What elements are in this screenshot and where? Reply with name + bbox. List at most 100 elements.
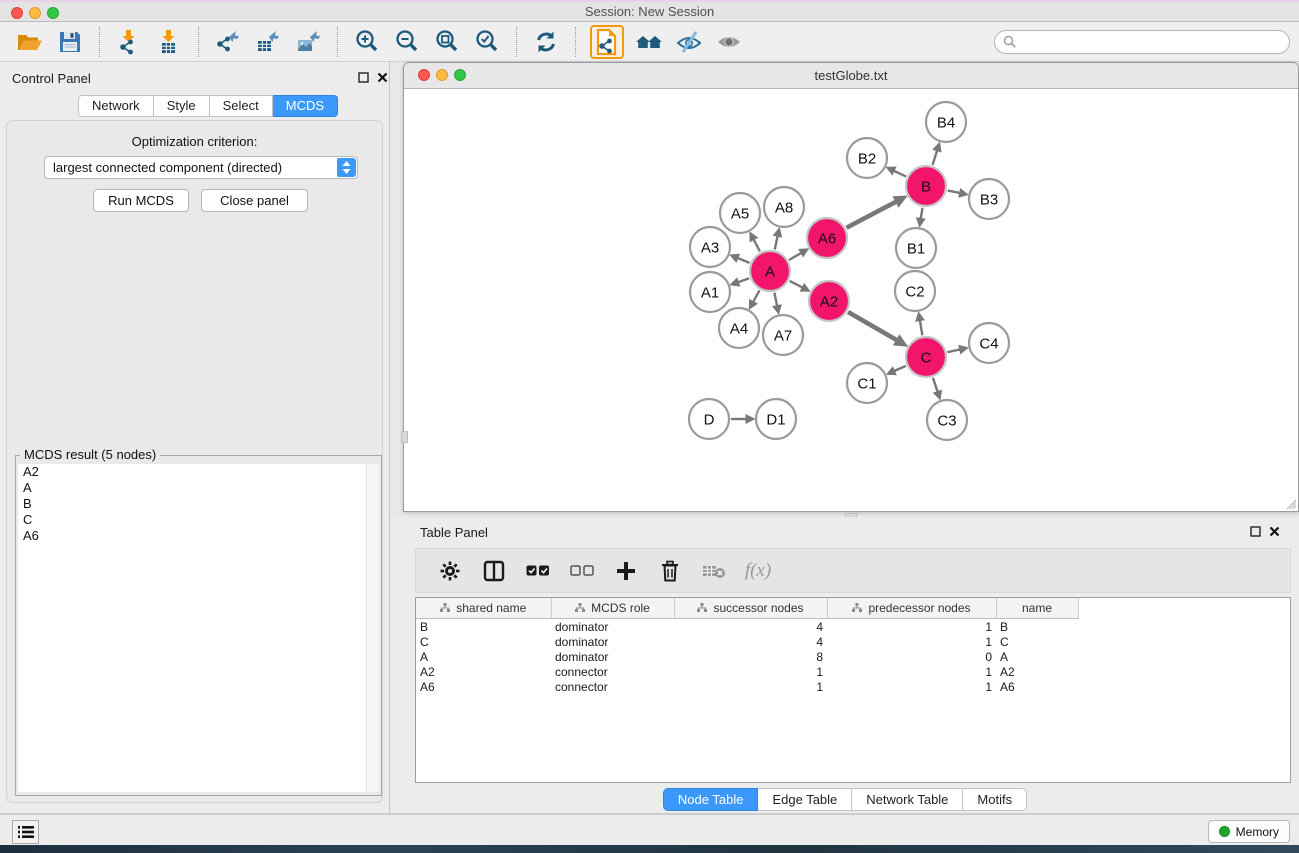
cell-predecessor-nodes[interactable]: 1	[827, 679, 996, 694]
table-row[interactable]: A6connector11A6	[416, 679, 1290, 694]
cell-successor-nodes[interactable]: 4	[674, 619, 827, 635]
cell-name[interactable]: A2	[996, 664, 1078, 679]
node-A6[interactable]: A6	[807, 218, 847, 258]
node-C4[interactable]: C4	[969, 323, 1009, 363]
mcds-result-item[interactable]: B	[18, 496, 379, 512]
cell-shared-name[interactable]: A6	[416, 679, 551, 694]
edge-B-B4[interactable]	[933, 151, 937, 165]
export-network-icon[interactable]	[213, 27, 243, 57]
cell-name[interactable]: A	[996, 649, 1078, 664]
mcds-result-item[interactable]: A2	[18, 464, 379, 480]
edge-A6-B[interactable]	[846, 202, 895, 228]
cell-shared-name[interactable]: B	[416, 619, 551, 635]
edge-C-C2[interactable]	[920, 321, 922, 336]
table-close-panel-icon[interactable]	[1268, 525, 1281, 538]
cell-predecessor-nodes[interactable]: 1	[827, 664, 996, 679]
zoom-fit-icon[interactable]	[432, 27, 462, 57]
resize-grip-icon[interactable]	[1284, 497, 1297, 510]
result-scrollbar[interactable]	[366, 464, 379, 792]
edge-A-A8[interactable]	[775, 236, 778, 249]
network-window-titlebar[interactable]: testGlobe.txt	[404, 63, 1298, 89]
node-C[interactable]: C	[906, 337, 946, 377]
cell-predecessor-nodes[interactable]: 0	[827, 649, 996, 664]
cell-mcds-role[interactable]: dominator	[551, 619, 674, 635]
tab-motifs[interactable]: Motifs	[963, 788, 1027, 811]
import-table-icon[interactable]	[154, 27, 184, 57]
edge-B-B3[interactable]	[948, 190, 960, 192]
node-A7[interactable]: A7	[763, 315, 803, 355]
delete-column-icon[interactable]	[657, 558, 683, 584]
network-graph-canvas[interactable]: B4B2BB3A5A8A6A3B1AA1C2A2A4A7C4CC1DD1C3	[404, 89, 1298, 511]
edge-C-C3[interactable]	[933, 378, 938, 392]
tab-network-table[interactable]: Network Table	[852, 788, 963, 811]
column-header-name[interactable]: name	[996, 598, 1078, 619]
table-row[interactable]: Adominator80A	[416, 649, 1290, 664]
tab-mcds[interactable]: MCDS	[273, 95, 338, 117]
node-A4[interactable]: A4	[719, 308, 759, 348]
tab-node-table[interactable]: Node Table	[663, 788, 759, 811]
cell-predecessor-nodes[interactable]: 1	[827, 619, 996, 635]
cell-mcds-role[interactable]: dominator	[551, 634, 674, 649]
cell-name[interactable]: B	[996, 619, 1078, 635]
node-A1[interactable]: A1	[690, 272, 730, 312]
float-panel-icon[interactable]	[357, 71, 370, 84]
cell-name[interactable]: C	[996, 634, 1078, 649]
close-panel-button[interactable]: Close panel	[201, 189, 308, 212]
search-field[interactable]	[994, 30, 1290, 54]
export-image-icon[interactable]	[293, 27, 323, 57]
run-mcds-button[interactable]: Run MCDS	[93, 189, 189, 212]
table-row[interactable]: Cdominator41C	[416, 634, 1290, 649]
save-session-icon[interactable]	[55, 27, 85, 57]
column-header-mcds-role[interactable]: MCDS role	[551, 598, 674, 619]
close-panel-icon[interactable]	[376, 71, 389, 84]
network-from-file-icon[interactable]	[590, 25, 624, 59]
settings-gear-icon[interactable]	[437, 558, 463, 584]
add-column-icon[interactable]	[613, 558, 639, 584]
edge-A2-C[interactable]	[848, 312, 897, 340]
tab-network[interactable]: Network	[78, 95, 154, 117]
tab-edge-table[interactable]: Edge Table	[758, 788, 852, 811]
memory-button[interactable]: Memory	[1208, 820, 1290, 843]
zoom-selected-icon[interactable]	[472, 27, 502, 57]
cell-predecessor-nodes[interactable]: 1	[827, 634, 996, 649]
column-header-successor-nodes[interactable]: successor nodes	[674, 598, 827, 619]
export-table-icon[interactable]	[253, 27, 283, 57]
table-row[interactable]: A2connector11A2	[416, 664, 1290, 679]
cell-shared-name[interactable]: A2	[416, 664, 551, 679]
table-row[interactable]: Bdominator41B	[416, 619, 1290, 635]
cell-mcds-role[interactable]: connector	[551, 664, 674, 679]
node-B3[interactable]: B3	[969, 179, 1009, 219]
search-input[interactable]	[1017, 32, 1289, 52]
edge-A-A2[interactable]	[790, 281, 803, 287]
criterion-select[interactable]: largest connected component (directed)	[44, 156, 358, 179]
node-B1[interactable]: B1	[896, 228, 936, 268]
home-icon[interactable]	[634, 27, 664, 57]
edge-B-B2[interactable]	[894, 171, 906, 177]
edge-C-C1[interactable]	[894, 366, 905, 371]
column-header-shared-name[interactable]: shared name	[416, 598, 551, 619]
node-A5[interactable]: A5	[720, 193, 760, 233]
tab-style[interactable]: Style	[154, 95, 210, 117]
node-B4[interactable]: B4	[926, 102, 966, 142]
task-history-button[interactable]	[12, 820, 39, 844]
edge-A-A3[interactable]	[738, 258, 750, 263]
zoom-out-icon[interactable]	[392, 27, 422, 57]
edge-A-A5[interactable]	[754, 240, 760, 252]
cell-shared-name[interactable]: A	[416, 649, 551, 664]
node-A2[interactable]: A2	[809, 281, 849, 321]
cell-name[interactable]: A6	[996, 679, 1078, 694]
deselect-all-checkboxes-icon[interactable]	[569, 558, 595, 584]
edge-A-A4[interactable]	[753, 290, 759, 301]
edge-A-A1[interactable]	[738, 278, 749, 282]
edge-A-A6[interactable]	[789, 253, 801, 260]
show-hidden-icon[interactable]	[714, 27, 744, 57]
select-all-checkboxes-icon[interactable]	[525, 558, 551, 584]
edge-A-A7[interactable]	[774, 293, 777, 306]
column-header-predecessor-nodes[interactable]: predecessor nodes	[827, 598, 996, 619]
zoom-in-icon[interactable]	[352, 27, 382, 57]
split-columns-icon[interactable]	[481, 558, 507, 584]
edge-C-C4[interactable]	[947, 350, 959, 353]
open-file-icon[interactable]	[15, 27, 45, 57]
node-C2[interactable]: C2	[895, 271, 935, 311]
node-B[interactable]: B	[906, 166, 946, 206]
